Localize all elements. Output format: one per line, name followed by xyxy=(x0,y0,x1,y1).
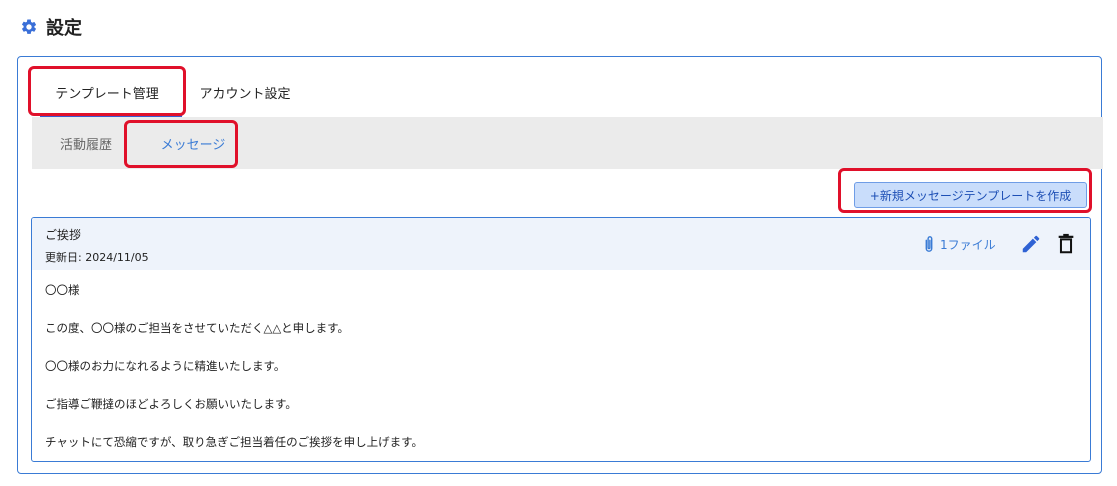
attachments-link[interactable]: 1ファイル xyxy=(922,233,996,255)
gear-icon xyxy=(21,19,37,34)
template-card: ご挨拶 更新日: 2024/11/05 1ファイル 〇〇様 この度、〇〇様のご担… xyxy=(31,217,1091,462)
tab-template-management[interactable]: テンプレート管理 xyxy=(32,69,182,115)
page-title: 設定 xyxy=(46,18,82,39)
template-body-line: 〇〇様のお力になれるように精進いたします。 xyxy=(45,359,286,373)
settings-panel: テンプレート管理 アカウント設定 活動履歴 メッセージ +新規メッセージテンプレ… xyxy=(17,56,1103,474)
delete-trash-icon[interactable] xyxy=(1056,233,1076,255)
main-tabs: テンプレート管理 アカウント設定 xyxy=(18,57,1101,117)
paperclip-icon xyxy=(925,236,933,252)
template-title: ご挨拶 xyxy=(45,228,82,242)
subtab-messages[interactable]: メッセージ xyxy=(138,117,248,169)
subtab-activity-history[interactable]: 活動履歴 xyxy=(46,117,126,169)
tab-account-settings[interactable]: アカウント設定 xyxy=(184,69,306,115)
template-body-line: この度、〇〇様のご担当をさせていただく△△と申します。 xyxy=(45,321,350,335)
page-header: 設定 xyxy=(20,14,82,40)
edit-pencil-icon[interactable] xyxy=(1020,233,1042,255)
new-message-template-button[interactable]: +新規メッセージテンプレートを作成 xyxy=(854,182,1087,208)
template-body-line: 〇〇様 xyxy=(45,283,80,297)
attachments-count: 1ファイル xyxy=(940,237,996,252)
template-body: 〇〇様 この度、〇〇様のご担当をさせていただく△△と申します。 〇〇様のお力にな… xyxy=(45,283,1075,461)
template-body-line: ご指導ご鞭撻のほどよろしくお願いいたします。 xyxy=(45,397,297,411)
template-body-line: チャットにて恐縮ですが、取り急ぎご担当着任のご挨拶を申し上げます。 xyxy=(45,435,424,449)
template-updated-date: 更新日: 2024/11/05 xyxy=(45,251,149,264)
sub-tabs: 活動履歴 メッセージ xyxy=(32,117,1103,169)
template-card-header: ご挨拶 更新日: 2024/11/05 1ファイル xyxy=(32,218,1090,270)
